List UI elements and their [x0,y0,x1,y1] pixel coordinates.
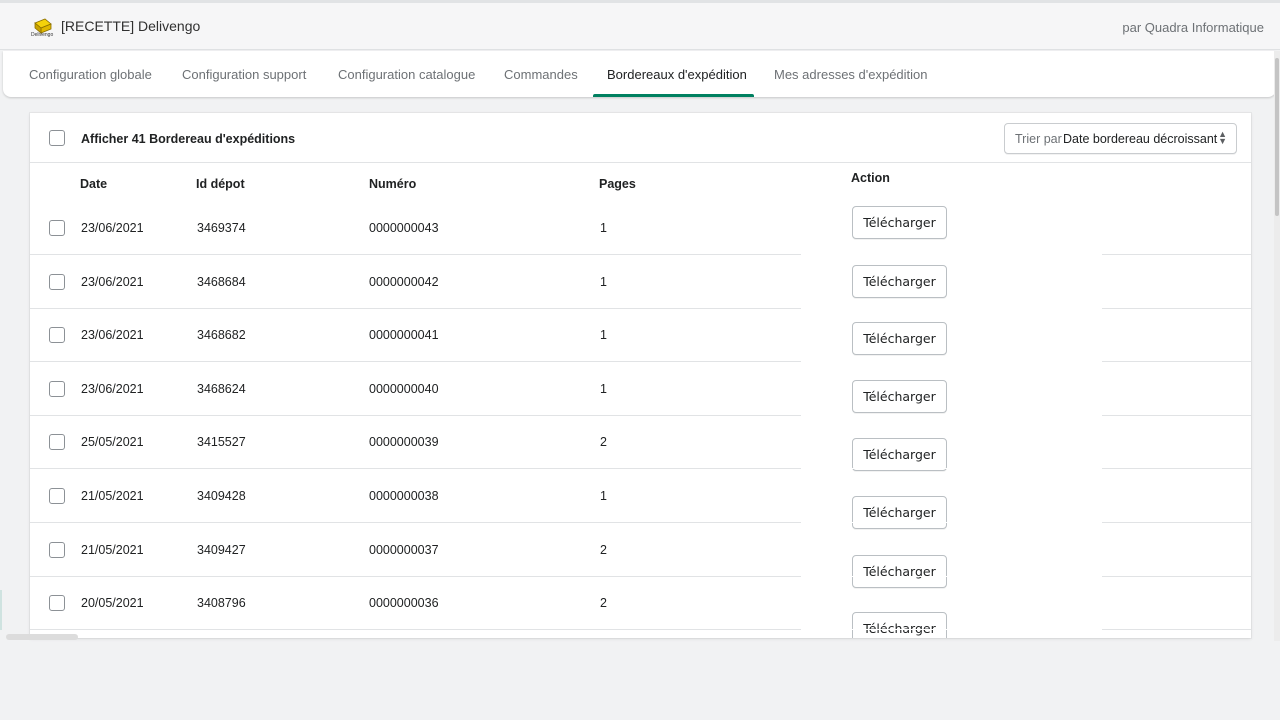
tab-configuration-globale[interactable]: Configuration globale [29,51,152,97]
cell-pages: 1 [600,221,607,235]
download-button[interactable]: Télécharger [852,612,947,638]
cell-date: 25/05/2021 [81,435,144,449]
select-all-checkbox[interactable] [49,130,65,146]
tab-configuration-support[interactable]: Configuration support [182,51,306,97]
cell-date: 23/06/2021 [81,221,144,235]
cell-pages: 1 [600,489,607,503]
list-header: Afficher 41 Bordereau d'expéditions Trie… [30,113,1251,163]
tab-commandes[interactable]: Commandes [504,51,578,97]
cell-date: 23/06/2021 [81,275,144,289]
table-row: 21/05/2021 3409428 0000000038 1 Télécharger [30,469,1251,529]
cell-id-depot: 3468684 [197,275,246,289]
sort-label: Trier par [1015,132,1062,146]
row-select-checkbox[interactable] [49,274,65,290]
cell-numero: 0000000037 [369,543,439,557]
cell-numero: 0000000041 [369,328,439,342]
cell-date: 23/06/2021 [81,328,144,342]
select-all-label: Afficher 41 Bordereau d'expéditions [81,132,296,146]
cell-pages: 1 [600,328,607,342]
cell-date: 23/06/2021 [81,382,144,396]
cell-pages: 2 [600,435,607,449]
column-header-action: Action [851,171,890,185]
cell-pages: 1 [600,382,607,396]
table-row: 23/06/2021 3468624 0000000040 1 Télécharger [30,362,1251,416]
row-select-checkbox[interactable] [49,542,65,558]
row-select-checkbox[interactable] [49,595,65,611]
cell-numero: 0000000039 [369,435,439,449]
column-header-numero: Numéro [369,177,417,191]
table-row: 21/05/2021 3409427 0000000037 2 Télécharger [30,523,1251,588]
tab-mes-adresses-expedition[interactable]: Mes adresses d'expédition [774,51,928,97]
cell-id-depot: 3468682 [197,328,246,342]
cell-id-depot: 3468624 [197,382,246,396]
row-divider-gap [801,629,1102,630]
row-select-checkbox[interactable] [49,220,65,236]
cell-numero: 0000000038 [369,489,439,503]
table-row: 25/05/2021 3415527 0000000039 2 Télécharger [30,415,1251,471]
table-row: 23/06/2021 3468684 0000000042 1 Télécharger [30,255,1251,309]
download-button[interactable]: Télécharger [852,380,947,413]
cell-pages: 1 [600,275,607,289]
cell-numero: 0000000040 [369,382,439,396]
cell-pages: 2 [600,596,607,610]
cell-numero: 0000000043 [369,221,439,235]
row-select-checkbox[interactable] [49,488,65,504]
cell-date: 21/05/2021 [81,543,144,557]
cell-id-depot: 3469374 [197,221,246,235]
download-button[interactable]: Télécharger [852,265,947,298]
cell-id-depot: 3409428 [197,489,246,503]
column-header-id-depot: Id dépot [196,177,245,191]
logo-wordmark: Delivengo [31,32,54,38]
cell-id-depot: 3408796 [197,596,246,610]
row-select-checkbox[interactable] [49,327,65,343]
table-row: 23/06/2021 3468682 0000000041 1 Télécharger [30,308,1251,362]
app-title: [RECETTE] Delivengo [61,18,201,34]
vertical-scrollbar-thumb[interactable] [1275,58,1279,216]
tab-bordereaux-expedition[interactable]: Bordereaux d'expédition [607,51,747,97]
cell-date: 20/05/2021 [81,596,144,610]
active-tab-indicator [593,94,754,97]
cell-date: 21/05/2021 [81,489,144,503]
download-button[interactable]: Télécharger [852,322,947,355]
row-select-checkbox[interactable] [49,434,65,450]
column-header-date: Date [80,177,108,191]
bordereaux-list-card: Afficher 41 Bordereau d'expéditions Trie… [30,113,1251,638]
horizontal-scrollbar-thumb[interactable] [6,634,78,640]
publisher-byline: par Quadra Informatique [1122,20,1264,35]
row-select-checkbox[interactable] [49,381,65,397]
column-header-pages: Pages [599,177,636,191]
app-header: Delivengo [RECETTE] Delivengo par Quadra… [0,3,1280,50]
cell-numero: 0000000036 [369,596,439,610]
table-row: 23/06/2021 3469374 0000000043 1 Télécharger [30,201,1251,255]
cell-id-depot: 3409427 [197,543,246,557]
tab-configuration-catalogue[interactable]: Configuration catalogue [338,51,475,97]
cell-pages: 2 [600,543,607,557]
select-arrows-icon: ▲ ▼ [1218,129,1227,146]
cell-numero: 0000000042 [369,275,439,289]
download-button[interactable]: Télécharger [852,438,947,471]
download-button[interactable]: Télécharger [852,206,947,239]
tab-bar: Configuration globale Configuration supp… [3,51,1276,97]
sort-selected-value: Date bordereau décroissant [1063,132,1218,146]
left-edge-decoration [0,590,2,630]
sort-select[interactable]: Trier par Date bordereau décroissant ▲ ▼ [1004,123,1237,154]
table-row: 20/05/2021 3408796 0000000036 2 Télécharger [30,576,1251,638]
cell-id-depot: 3415527 [197,435,246,449]
